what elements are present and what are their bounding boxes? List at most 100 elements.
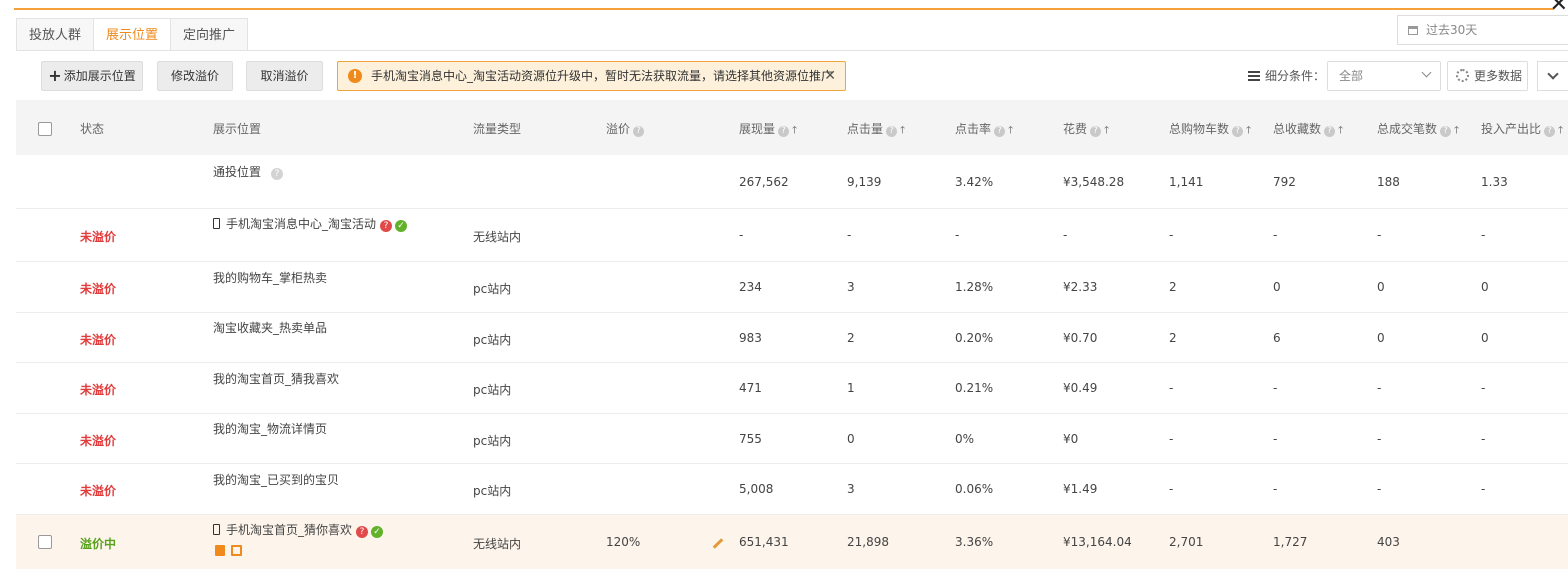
col-favorites[interactable]: 总收藏数? 🡑 bbox=[1273, 120, 1343, 140]
clicks-value: 2 bbox=[847, 331, 855, 345]
cart-value: - bbox=[1169, 432, 1174, 446]
fav-value: - bbox=[1273, 482, 1278, 496]
clicks-value: 9,139 bbox=[847, 175, 882, 189]
close-icon[interactable]: ✕ bbox=[1550, 0, 1568, 16]
col-ctr[interactable]: 点击率? 🡑 bbox=[955, 120, 1013, 140]
orders-value: 0 bbox=[1377, 331, 1385, 345]
col-orders[interactable]: 总成交笔数? 🡑 bbox=[1377, 120, 1459, 140]
cart-value: 2 bbox=[1169, 280, 1177, 294]
orders-value: - bbox=[1377, 381, 1382, 395]
notice-text: 手机淘宝消息中心_淘宝活动资源位升级中，暂时无法获取流量，请选择其他资源位推广 bbox=[371, 69, 834, 83]
position-name: 我的淘宝_已买到的宝贝 bbox=[213, 473, 340, 487]
date-range-picker[interactable]: 过去30天 bbox=[1397, 15, 1568, 45]
position-name: 我的淘宝首页_猜我喜欢 bbox=[213, 372, 340, 386]
clicks-value: 21,898 bbox=[847, 535, 889, 549]
clicks-value: - bbox=[847, 228, 852, 242]
col-position: 展示位置 bbox=[213, 122, 262, 136]
col-cart[interactable]: 总购物车数? 🡑 bbox=[1169, 120, 1251, 140]
roi-value: - bbox=[1481, 381, 1486, 395]
fav-value: - bbox=[1273, 432, 1278, 446]
help-icon: ? bbox=[778, 126, 790, 137]
orders-value: 0 bbox=[1377, 280, 1385, 294]
help-icon: ? bbox=[633, 126, 645, 137]
tab-display-position[interactable]: 展示位置 bbox=[93, 18, 172, 51]
roi-value: 0 bbox=[1481, 280, 1489, 294]
help-icon: ? bbox=[1232, 126, 1244, 137]
ctr-value: 3.36% bbox=[955, 535, 994, 549]
col-impressions[interactable]: 展现量? 🡑 bbox=[739, 120, 797, 140]
notice-close-icon[interactable]: ✕ bbox=[824, 62, 836, 90]
select-all-checkbox[interactable] bbox=[38, 122, 52, 136]
check-icon: ✓ bbox=[395, 220, 408, 232]
alert-icon: ? bbox=[380, 220, 393, 232]
traffic-type: pc站内 bbox=[473, 333, 512, 347]
cart-value: - bbox=[1169, 381, 1174, 395]
cost-value: ¥1.49 bbox=[1063, 482, 1098, 496]
table-row: 未溢价 我的淘宝首页_猜我喜欢 pc站内 471 1 0.21% ¥0.49 -… bbox=[16, 363, 1568, 414]
copy-icon[interactable] bbox=[231, 545, 242, 556]
col-clicks[interactable]: 点击量? 🡑 bbox=[847, 120, 905, 140]
fav-value: 1,727 bbox=[1273, 535, 1308, 549]
col-status: 状态 bbox=[80, 122, 105, 136]
plus-icon: + bbox=[48, 66, 62, 85]
tab-audience[interactable]: 投放人群 bbox=[16, 18, 95, 51]
status-badge: 未溢价 bbox=[80, 484, 117, 498]
orders-value: - bbox=[1377, 432, 1382, 446]
row-checkbox[interactable] bbox=[38, 535, 52, 549]
impressions-value: 651,431 bbox=[739, 535, 789, 549]
fav-value: 0 bbox=[1273, 280, 1281, 294]
date-range-label: 过去30天 bbox=[1426, 23, 1478, 37]
ctr-value: 0.21% bbox=[955, 381, 994, 395]
help-icon: ? bbox=[1324, 126, 1336, 137]
modify-premium-button[interactable]: 修改溢价 bbox=[157, 61, 233, 91]
chevron-down-icon bbox=[1547, 68, 1559, 80]
position-name: 手机淘宝消息中心_淘宝活动? ✓ bbox=[213, 215, 408, 232]
cost-value: ¥2.33 bbox=[1063, 280, 1098, 294]
edit-pencil-icon[interactable] bbox=[712, 538, 724, 549]
impressions-value: 755 bbox=[739, 432, 762, 446]
tab-targeted-promotion[interactable]: 定向推广 bbox=[170, 18, 249, 51]
calendar-icon bbox=[1408, 26, 1418, 35]
cart-value: - bbox=[1169, 228, 1174, 242]
sort-up-icon: 🡑 bbox=[792, 125, 798, 136]
toolbar: + 添加展示位置 修改溢价 取消溢价 ! 手机淘宝消息中心_淘宝活动资源位升级中，… bbox=[16, 51, 1568, 100]
ctr-value: - bbox=[955, 228, 960, 242]
mobile-icon bbox=[213, 218, 220, 229]
col-premium: 溢价? bbox=[606, 120, 645, 137]
filter-label: 细分条件： bbox=[1248, 67, 1325, 84]
sort-up-icon: 🡑 bbox=[1104, 125, 1110, 136]
roi-value: - bbox=[1481, 228, 1486, 242]
help-icon: ? bbox=[1544, 126, 1556, 137]
traffic-type: pc站内 bbox=[473, 434, 512, 448]
sort-up-icon: 🡑 bbox=[1338, 125, 1344, 136]
orders-value: - bbox=[1377, 482, 1382, 496]
expand-toggle-button[interactable] bbox=[1537, 61, 1568, 91]
table-header: 状态 展示位置 流量类型 溢价? 展现量? 🡑 点击量? 🡑 点击率? 🡑 花费? 🡑 … bbox=[16, 100, 1568, 155]
chevron-down-icon bbox=[1421, 67, 1432, 78]
cart-value: 1,141 bbox=[1169, 175, 1204, 189]
roi-value: - bbox=[1481, 482, 1486, 496]
filter-select[interactable]: 全部 bbox=[1327, 61, 1441, 91]
list-icon bbox=[1248, 71, 1260, 81]
tab-bar: 投放人群 展示位置 定向推广 bbox=[16, 18, 249, 51]
help-icon: ? bbox=[886, 126, 898, 137]
delete-icon[interactable] bbox=[215, 545, 225, 556]
status-badge: 溢价中 bbox=[80, 537, 117, 551]
sort-up-icon: 🡑 bbox=[1454, 125, 1460, 136]
cost-value: ¥0 bbox=[1063, 432, 1079, 446]
table-row: 未溢价 我的淘宝_已买到的宝贝 pc站内 5,008 3 0.06% ¥1.49… bbox=[16, 464, 1568, 515]
orders-value: 188 bbox=[1377, 175, 1400, 189]
col-cost[interactable]: 花费? 🡑 bbox=[1063, 120, 1109, 140]
help-icon: ? bbox=[1440, 126, 1452, 137]
cost-value: ¥0.49 bbox=[1063, 381, 1098, 395]
cost-value: ¥3,548.28 bbox=[1063, 175, 1125, 189]
table-row: 未溢价 我的购物车_掌柜热卖 pc站内 234 3 1.28% ¥2.33 2 … bbox=[16, 262, 1568, 313]
traffic-type: 无线站内 bbox=[473, 537, 522, 551]
orders-value: - bbox=[1377, 228, 1382, 242]
cancel-premium-button[interactable]: 取消溢价 bbox=[246, 61, 323, 91]
col-roi[interactable]: 投入产出比? 🡑 bbox=[1481, 120, 1563, 140]
traffic-type: pc站内 bbox=[473, 484, 512, 498]
add-display-position-button[interactable]: + 添加展示位置 bbox=[41, 61, 143, 91]
more-data-button[interactable]: 更多数据 bbox=[1447, 61, 1528, 91]
alert-icon: ? bbox=[356, 526, 369, 538]
